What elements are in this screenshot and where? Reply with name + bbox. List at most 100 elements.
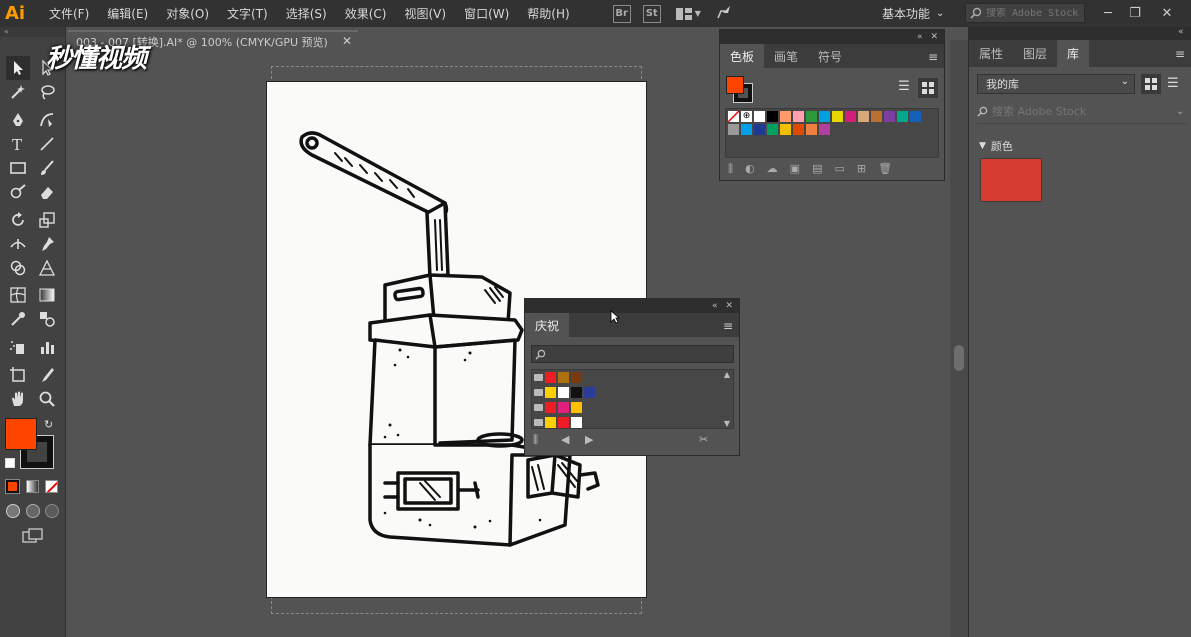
mesh-tool-icon[interactable] <box>6 283 30 307</box>
swatch[interactable] <box>728 124 739 135</box>
gradient-tool-icon[interactable] <box>35 283 59 307</box>
swatch-options-icon[interactable]: ▣ <box>790 162 800 176</box>
menu-edit[interactable]: 编辑(E) <box>98 5 157 22</box>
draw-inside-icon[interactable] <box>45 504 59 518</box>
folder-icon[interactable] <box>534 419 543 426</box>
tab-libraries[interactable]: 库 <box>1057 40 1090 67</box>
tab-brushes[interactable]: 画笔 <box>764 44 808 68</box>
magic-wand-tool-icon[interactable] <box>6 80 30 104</box>
tab-properties[interactable]: 属性 <box>969 40 1013 67</box>
grid-view-icon[interactable] <box>918 78 938 98</box>
restore-button[interactable]: ❐ <box>1120 0 1150 27</box>
eraser-tool-icon[interactable] <box>35 180 59 204</box>
swatch[interactable] <box>754 111 765 122</box>
swatch[interactable] <box>558 387 569 398</box>
swatch[interactable] <box>793 111 804 122</box>
swatch[interactable] <box>806 124 817 135</box>
shaper-tool-icon[interactable] <box>6 180 30 204</box>
perspective-grid-tool-icon[interactable] <box>35 256 59 280</box>
zoom-tool-icon[interactable] <box>35 387 59 411</box>
swatch-kind-icon[interactable]: ◐ <box>745 162 755 176</box>
line-tool-icon[interactable] <box>35 132 59 156</box>
swatch[interactable] <box>545 387 556 398</box>
swatch-libraries-icon[interactable]: ⫼ <box>533 433 538 447</box>
close-panel-icon[interactable]: ✕ <box>725 301 733 311</box>
swatch[interactable] <box>545 402 556 413</box>
folder-icon[interactable] <box>534 404 543 411</box>
close-window-button[interactable]: ✕ <box>1152 0 1182 27</box>
swatch[interactable] <box>793 124 804 135</box>
swatch[interactable] <box>741 124 752 135</box>
panel-menu-icon[interactable]: ≡ <box>1175 47 1185 61</box>
add-to-swatches-icon[interactable]: ✂ <box>699 433 708 446</box>
minimize-button[interactable]: ─ <box>1093 0 1123 27</box>
screen-mode-icon[interactable] <box>22 528 44 547</box>
stock-icon[interactable]: St <box>642 4 661 23</box>
canvas-scrollbar-thumb[interactable] <box>954 345 964 371</box>
menu-view[interactable]: 视图(V) <box>395 5 455 22</box>
list-view-icon[interactable]: ☰ <box>1167 76 1179 91</box>
fill-color-swatch[interactable] <box>5 418 37 450</box>
library-search-input[interactable] <box>992 104 1172 118</box>
bridge-icon[interactable]: Br <box>612 4 631 23</box>
swatches-fill-indicator[interactable] <box>726 76 744 94</box>
list-view-icon[interactable]: ☰ <box>895 79 913 97</box>
collapse-panel-icon[interactable]: « <box>917 32 923 42</box>
swatch[interactable] <box>754 124 765 135</box>
grid-view-icon[interactable] <box>1141 74 1161 94</box>
shape-builder-tool-icon[interactable] <box>6 256 30 280</box>
close-panel-icon[interactable]: ✕ <box>930 32 938 42</box>
tab-swatches[interactable]: 色板 <box>720 44 765 68</box>
scale-tool-icon[interactable] <box>35 208 59 232</box>
gpu-rocket-icon[interactable] <box>715 3 733 24</box>
swatch[interactable] <box>897 111 908 122</box>
column-graph-tool-icon[interactable] <box>35 335 59 359</box>
new-color-group-icon[interactable]: ▭ <box>834 162 844 176</box>
swatch[interactable] <box>858 111 869 122</box>
color-group-icon[interactable]: ▤ <box>812 162 822 176</box>
swatch[interactable] <box>558 402 569 413</box>
library-color-swatch[interactable] <box>980 158 1042 202</box>
scroll-up-icon[interactable]: ▲ <box>724 370 730 379</box>
none-mode-icon[interactable] <box>45 480 58 493</box>
draw-behind-icon[interactable] <box>26 504 40 518</box>
swatch[interactable] <box>832 111 843 122</box>
swatch[interactable] <box>819 111 830 122</box>
puppet-warp-tool-icon[interactable] <box>35 232 59 256</box>
library-selector[interactable]: 我的库 ⌄ <box>977 74 1135 94</box>
hand-tool-icon[interactable] <box>6 387 30 411</box>
width-tool-icon[interactable] <box>6 232 30 256</box>
panel-menu-icon[interactable]: ≡ <box>928 50 938 64</box>
swatch[interactable] <box>545 372 556 383</box>
swatch[interactable] <box>767 124 778 135</box>
pen-tool-icon[interactable] <box>6 108 30 132</box>
swatch[interactable] <box>910 111 921 122</box>
swatch[interactable] <box>571 372 582 383</box>
workspace-switcher[interactable]: 基本功能 ⌄ <box>882 0 944 27</box>
rotate-tool-icon[interactable] <box>6 208 30 232</box>
arrange-documents-icon[interactable]: ▼ <box>675 7 701 21</box>
next-library-icon[interactable]: ▶ <box>585 433 593 446</box>
close-document-icon[interactable]: ✕ <box>342 34 352 48</box>
swatch-registration[interactable]: ⊕ <box>741 111 752 122</box>
selection-tool-icon[interactable] <box>6 56 30 80</box>
tab-layers[interactable]: 图层 <box>1013 40 1057 67</box>
swatch[interactable] <box>767 111 778 122</box>
symbol-sprayer-tool-icon[interactable] <box>6 335 30 359</box>
previous-library-icon[interactable]: ◀ <box>561 433 569 446</box>
blend-tool-icon[interactable] <box>35 307 59 331</box>
default-fill-stroke-icon[interactable] <box>5 458 15 468</box>
swatch[interactable] <box>884 111 895 122</box>
swatch-none[interactable] <box>728 111 739 122</box>
scroll-down-icon[interactable]: ▼ <box>724 419 730 428</box>
swatch[interactable] <box>558 417 569 428</box>
colors-section-header[interactable]: ▼ 颜色 <box>979 138 1013 154</box>
curvature-tool-icon[interactable] <box>35 108 59 132</box>
swatch[interactable] <box>806 111 817 122</box>
eyedropper-tool-icon[interactable] <box>6 307 30 331</box>
cloud-icon[interactable]: ☁ <box>767 162 778 176</box>
slice-tool-icon[interactable] <box>35 363 59 387</box>
swap-fill-stroke-icon[interactable]: ↻ <box>44 418 53 431</box>
collapse-panel-icon[interactable]: « <box>712 301 718 311</box>
new-swatch-icon[interactable]: ⊞ <box>857 162 866 176</box>
